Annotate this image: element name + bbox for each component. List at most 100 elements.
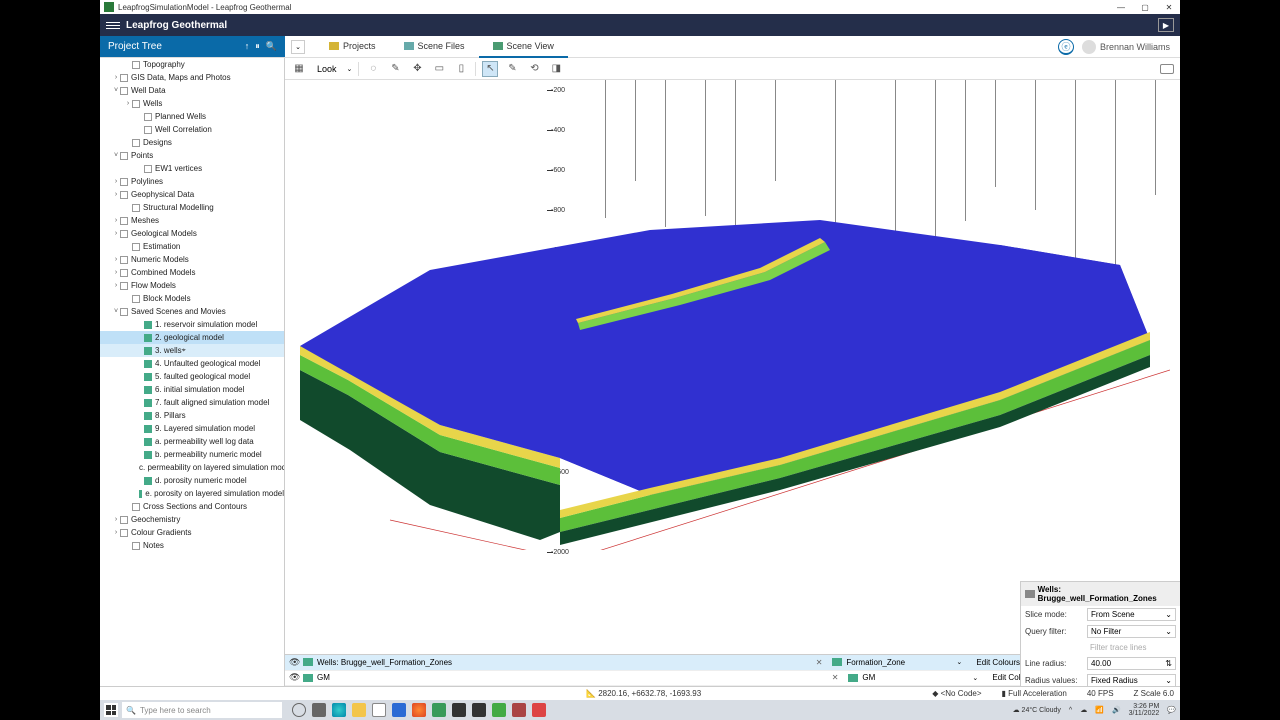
tree-item[interactable]: 6. initial simulation model bbox=[100, 383, 284, 396]
tree-item[interactable]: Estimation bbox=[100, 240, 284, 253]
tree-item[interactable]: ›Meshes bbox=[100, 214, 284, 227]
tree-item[interactable]: 5. faulted geological model bbox=[100, 370, 284, 383]
tree-item[interactable]: ˅Saved Scenes and Movies bbox=[100, 305, 284, 318]
tree-item[interactable]: 8. Pillars bbox=[100, 409, 284, 422]
tree-item[interactable]: EW1 vertices bbox=[100, 162, 284, 175]
tree-item[interactable]: c. permeability on layered simulation mo… bbox=[100, 461, 284, 474]
tray-wifi-icon[interactable]: 📶 bbox=[1095, 706, 1104, 714]
look-dropdown[interactable]: Look bbox=[313, 64, 341, 74]
move-icon[interactable]: ✥ bbox=[409, 61, 425, 77]
weather-widget[interactable]: ☁ 24°C Cloudy bbox=[1013, 706, 1061, 714]
tree-item[interactable]: ›Geophysical Data bbox=[100, 188, 284, 201]
tree-item[interactable]: ›Combined Models bbox=[100, 266, 284, 279]
tree-item[interactable]: Designs bbox=[100, 136, 284, 149]
tray-volume-icon[interactable]: 🔊 bbox=[1112, 706, 1121, 714]
tree-item[interactable]: Structural Modelling bbox=[100, 201, 284, 214]
clock-date[interactable]: 3/11/2022 bbox=[1129, 710, 1160, 717]
select-icon[interactable]: ↖ bbox=[482, 61, 498, 77]
tree-item[interactable]: Well Correlation bbox=[100, 123, 284, 136]
tree-item[interactable]: Notes bbox=[100, 539, 284, 552]
query-filter-select[interactable]: No Filter⌄ bbox=[1087, 625, 1176, 638]
tree-search-icon[interactable]: 🔍 bbox=[266, 41, 277, 52]
tab-scene-files[interactable]: Scene Files bbox=[390, 36, 479, 58]
taskview-icon[interactable] bbox=[312, 703, 326, 717]
tree-item[interactable]: 1. reservoir simulation model bbox=[100, 318, 284, 331]
tab-dropdown-icon[interactable]: ⌄ bbox=[291, 40, 305, 54]
tree-item[interactable]: e. porosity on layered simulation model bbox=[100, 487, 284, 500]
cortana-icon[interactable] bbox=[292, 703, 306, 717]
tree-item[interactable]: ›Colour Gradients bbox=[100, 526, 284, 539]
edit-icon[interactable]: ✎ bbox=[504, 61, 520, 77]
app-icon-5[interactable] bbox=[512, 703, 526, 717]
scene-canvas[interactable]: -200-400-600-800-1000-1200-1400-1600-180… bbox=[285, 80, 1180, 654]
tree-item[interactable]: Cross Sections and Contours bbox=[100, 500, 284, 513]
store-icon[interactable] bbox=[372, 703, 386, 717]
minimize-button[interactable]: — bbox=[1114, 2, 1128, 12]
user-account[interactable]: Brennan Williams bbox=[1082, 40, 1170, 54]
line-radius-input[interactable]: 40.00⇅ bbox=[1087, 657, 1176, 670]
attr-dropdown-icon[interactable]: ⌄ bbox=[972, 674, 982, 682]
tree-item[interactable]: ›GIS Data, Maps and Photos bbox=[100, 71, 284, 84]
tree-item[interactable]: ›Polylines bbox=[100, 175, 284, 188]
lasso-icon[interactable]: ◌ bbox=[365, 61, 381, 77]
remove-object-icon[interactable]: ✕ bbox=[810, 658, 829, 667]
tree-item[interactable]: 3. wells ⌖ bbox=[100, 344, 284, 357]
play-icon[interactable]: ▶ bbox=[1158, 18, 1174, 32]
tree-item[interactable]: 4. Unfaulted geological model bbox=[100, 357, 284, 370]
notifications-icon[interactable]: 💬 bbox=[1167, 706, 1176, 714]
tree-item[interactable]: ›Flow Models bbox=[100, 279, 284, 292]
tab-scene-view[interactable]: Scene View bbox=[479, 36, 568, 58]
tab-projects[interactable]: Projects bbox=[315, 36, 390, 58]
rotate-icon[interactable]: ⟲ bbox=[526, 61, 542, 77]
taskbar-search[interactable]: 🔍 Type here to search bbox=[122, 702, 282, 718]
project-tree[interactable]: Topography›GIS Data, Maps and Photos˅Wel… bbox=[100, 58, 285, 686]
tree-item[interactable]: ›Geological Models bbox=[100, 227, 284, 240]
edit-colours-button[interactable]: Edit Colours bbox=[970, 658, 1026, 667]
visibility-toggle[interactable]: 👁 bbox=[289, 672, 299, 683]
tray-chevron-icon[interactable]: ^ bbox=[1069, 707, 1072, 714]
visibility-toggle[interactable]: 👁 bbox=[289, 657, 299, 668]
chevron-down-icon[interactable]: ⌄ bbox=[347, 65, 353, 73]
pen-icon[interactable]: ✎ bbox=[387, 61, 403, 77]
camera-icon[interactable] bbox=[1160, 64, 1174, 74]
maximize-button[interactable]: ▢ bbox=[1138, 2, 1152, 12]
attr-dropdown-icon[interactable]: ⌄ bbox=[956, 658, 966, 666]
tree-item[interactable]: 2. geological model bbox=[100, 331, 284, 344]
tree-item[interactable]: ›Wells bbox=[100, 97, 284, 110]
slice-mode-select[interactable]: From Scene⌄ bbox=[1087, 608, 1176, 621]
tree-item[interactable]: ›Numeric Models bbox=[100, 253, 284, 266]
mail-icon[interactable] bbox=[392, 703, 406, 717]
app-icon-1[interactable] bbox=[432, 703, 446, 717]
start-button[interactable] bbox=[104, 703, 118, 717]
eraser-icon[interactable]: ◨ bbox=[548, 61, 564, 77]
toggle-grid-icon[interactable]: ▦ bbox=[291, 61, 307, 77]
tray-cloud-icon[interactable]: ☁ bbox=[1080, 706, 1087, 714]
explorer-icon[interactable] bbox=[352, 703, 366, 717]
tree-item[interactable]: 7. fault aligned simulation model bbox=[100, 396, 284, 409]
windows-taskbar[interactable]: 🔍 Type here to search ☁ 24°C Cloudy ^ ☁ … bbox=[100, 700, 1180, 720]
app-icon-6[interactable] bbox=[532, 703, 546, 717]
menu-icon[interactable] bbox=[106, 18, 120, 32]
tree-item[interactable]: d. porosity numeric model bbox=[100, 474, 284, 487]
tree-item[interactable]: Topography bbox=[100, 58, 284, 71]
edge-icon[interactable] bbox=[332, 703, 346, 717]
firefox-icon[interactable] bbox=[412, 703, 426, 717]
help-icon[interactable]: ⓔ bbox=[1058, 39, 1074, 55]
slice-icon[interactable]: ▯ bbox=[453, 61, 469, 77]
app-icon-3[interactable] bbox=[472, 703, 486, 717]
radius-values-select[interactable]: Fixed Radius⌄ bbox=[1087, 674, 1176, 686]
remove-object-icon[interactable]: ✕ bbox=[826, 673, 845, 682]
tree-item[interactable]: a. permeability well log data bbox=[100, 435, 284, 448]
tree-item[interactable]: ˅Points bbox=[100, 149, 284, 162]
app-icon-2[interactable] bbox=[452, 703, 466, 717]
tree-item[interactable]: b. permeability numeric model bbox=[100, 448, 284, 461]
tree-item[interactable]: 9. Layered simulation model bbox=[100, 422, 284, 435]
close-button[interactable]: ✕ bbox=[1162, 2, 1176, 12]
tree-pause-icon[interactable]: ⏸ bbox=[255, 41, 260, 52]
tree-item[interactable]: Planned Wells bbox=[100, 110, 284, 123]
tree-item[interactable]: Block Models bbox=[100, 292, 284, 305]
tree-item[interactable]: ˅Well Data bbox=[100, 84, 284, 97]
tree-item[interactable]: ›Geochemistry bbox=[100, 513, 284, 526]
box-icon[interactable]: ▭ bbox=[431, 61, 447, 77]
app-icon-4[interactable] bbox=[492, 703, 506, 717]
